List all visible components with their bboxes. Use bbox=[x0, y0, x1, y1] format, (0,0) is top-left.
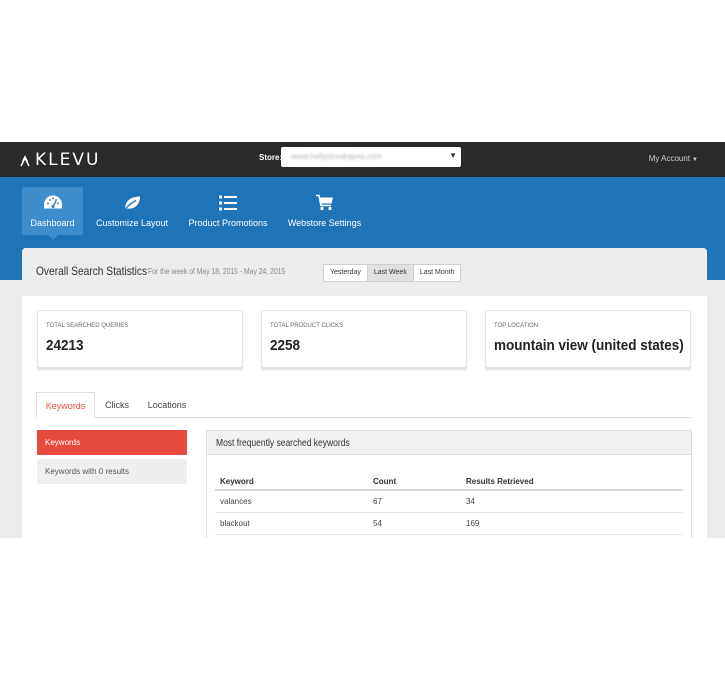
period-last-month-button[interactable]: Last Month bbox=[414, 265, 461, 281]
nav-item-label: Webstore Settings bbox=[287, 218, 362, 228]
brand-name: KLEVU bbox=[35, 150, 101, 170]
tab-keywords[interactable]: Keywords bbox=[36, 392, 95, 419]
dashboard-gauge-icon bbox=[43, 195, 62, 209]
my-account-label: My Account bbox=[648, 154, 691, 163]
nav-item-customize-layout[interactable]: Customize Layout bbox=[95, 187, 169, 235]
table-row: blackout 54 169 bbox=[215, 513, 683, 535]
nav-item-label: Customize Layout bbox=[95, 218, 169, 228]
caret-down-icon: ▼ bbox=[449, 151, 457, 160]
stat-top-location: Top location mountain view (united state… bbox=[485, 310, 691, 368]
column-header-keyword[interactable]: Keyword bbox=[220, 477, 254, 486]
top-bar: KLEVU Store: www.halfpricedrapes.com ▼ M… bbox=[0, 142, 725, 177]
table-row: valances 67 34 bbox=[215, 491, 683, 513]
search-statistics-card: Overall Search Statistics For the week o… bbox=[22, 248, 707, 538]
store-select[interactable]: www.halfpricedrapes.com ▼ bbox=[281, 147, 461, 167]
cart-icon bbox=[315, 194, 333, 211]
page-title: Overall Search Statistics bbox=[36, 264, 148, 278]
panel-title: Most frequently searched keywords bbox=[216, 438, 350, 449]
store-label: Store: bbox=[259, 153, 283, 162]
list-icon bbox=[219, 195, 237, 211]
stat-value: mountain view (united states) bbox=[494, 337, 684, 354]
period-selector: Yesterday Last Week Last Month bbox=[323, 264, 462, 282]
store-select-value: www.halfpricedrapes.com bbox=[291, 152, 383, 161]
nav-item-label: Product Promotions bbox=[188, 218, 268, 228]
cell-count: 67 bbox=[373, 497, 382, 506]
nav-item-product-promotions[interactable]: Product Promotions bbox=[186, 187, 270, 235]
stat-total-product-clicks: Total product clicks 2258 bbox=[261, 310, 467, 368]
klevu-chevron-icon bbox=[20, 154, 30, 166]
stat-total-searched-queries: Total searched queries 24213 bbox=[37, 310, 243, 368]
cell-count: 54 bbox=[373, 519, 382, 528]
stat-value: 24213 bbox=[46, 337, 84, 354]
card-header: Overall Search Statistics For the week o… bbox=[22, 248, 707, 296]
cell-keyword: valances bbox=[220, 497, 252, 506]
keywords-panel: Most frequently searched keywords Keywor… bbox=[206, 430, 692, 538]
cell-results-retrieved: 34 bbox=[466, 497, 475, 506]
stat-value: 2258 bbox=[270, 337, 301, 354]
stat-label: Total product clicks bbox=[270, 323, 344, 329]
period-yesterday-button[interactable]: Yesterday bbox=[324, 265, 368, 281]
column-header-count[interactable]: Count bbox=[373, 477, 396, 486]
date-range-subtitle: For the week of May 18, 2015 - May 24, 2… bbox=[148, 267, 286, 276]
keywords-table: Keyword Count Results Retrieved valances… bbox=[215, 471, 683, 535]
sidebar-item-keywords[interactable]: Keywords bbox=[37, 430, 187, 455]
period-last-week-button[interactable]: Last Week bbox=[367, 265, 414, 281]
nav-item-label: Dashboard bbox=[30, 218, 75, 228]
stat-label: Top location bbox=[494, 323, 539, 329]
column-header-results-retrieved[interactable]: Results Retrieved bbox=[466, 477, 534, 486]
leaf-icon bbox=[123, 196, 140, 211]
nav-item-webstore-settings[interactable]: Webstore Settings bbox=[286, 187, 363, 235]
brand-logo[interactable]: KLEVU bbox=[20, 150, 101, 170]
nav-item-dashboard[interactable]: Dashboard bbox=[22, 187, 83, 240]
caret-down-icon: ▼ bbox=[692, 157, 698, 163]
cell-results-retrieved: 169 bbox=[466, 519, 480, 528]
report-tabs: Keywords Clicks Locations bbox=[36, 392, 691, 419]
app-window: KLEVU Store: www.halfpricedrapes.com ▼ M… bbox=[0, 142, 725, 538]
sidebar-item-keywords-zero-results[interactable]: Keywords with 0 results bbox=[37, 459, 187, 484]
cell-keyword: blackout bbox=[220, 519, 250, 528]
stat-label: Total searched queries bbox=[46, 323, 129, 329]
tab-locations[interactable]: Locations bbox=[142, 392, 192, 418]
table-header-row: Keyword Count Results Retrieved bbox=[215, 471, 683, 491]
tab-clicks[interactable]: Clicks bbox=[98, 392, 136, 418]
my-account-menu[interactable]: My Account ▼ bbox=[649, 154, 698, 163]
panel-header: Most frequently searched keywords bbox=[207, 431, 691, 455]
